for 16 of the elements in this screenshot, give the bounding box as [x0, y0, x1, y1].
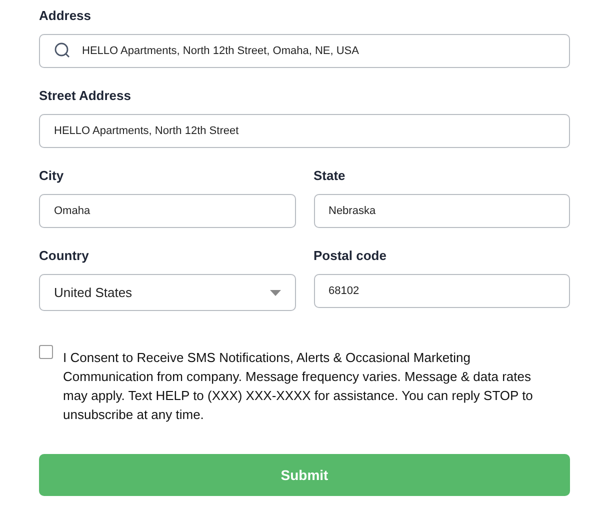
consent-text: I Consent to Receive SMS Notifications, Alerts & Occasional Marketing Communication from company. Message frequency varies. Message & data rates may apply. Text HELP to (XXX) XXX-XXXX for assistance. You can reply STOP to unsubscribe at any time.	[63, 349, 534, 424]
input-field[interactable]: Nebraska	[314, 194, 570, 228]
field-label: State	[314, 168, 346, 184]
country-select[interactable]: United States	[39, 274, 296, 311]
input-field[interactable]: Omaha	[39, 194, 296, 228]
field-label: Postal code	[314, 248, 388, 264]
input-field[interactable]: HELLO Apartments, North 12th Street	[39, 114, 570, 148]
field-label: Country	[39, 248, 90, 264]
field-label: Address	[39, 8, 92, 24]
search-icon	[54, 42, 71, 59]
caret-icon	[270, 290, 280, 296]
field-label: City	[39, 168, 65, 184]
field-label: Street Address	[39, 88, 132, 104]
search-field[interactable]: HELLO Apartments, North 12th Street, Omaha, NE, USA	[39, 34, 570, 68]
checkbox[interactable]	[39, 345, 53, 359]
input-field[interactable]: 68102	[314, 274, 570, 308]
